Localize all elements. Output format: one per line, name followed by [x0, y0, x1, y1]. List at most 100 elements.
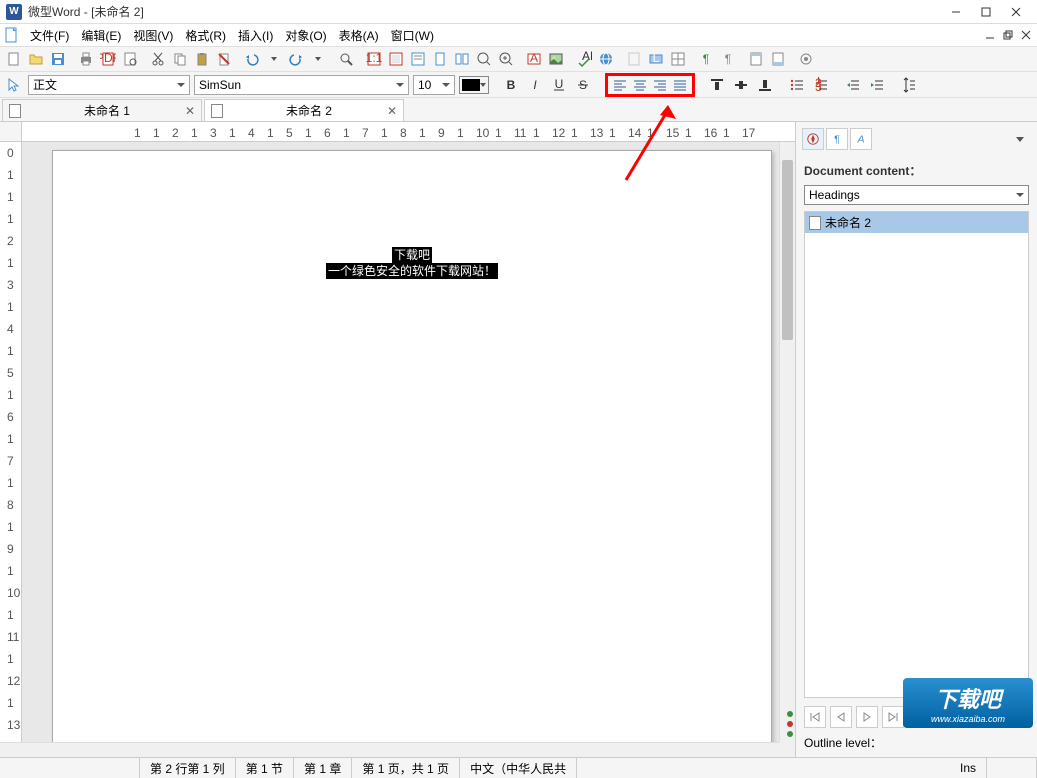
textbox-button[interactable]: A [524, 49, 544, 69]
sidepanel-tab-font[interactable]: A [850, 128, 872, 150]
fontcolor-select[interactable] [459, 76, 489, 94]
bullet-list-button[interactable] [787, 75, 807, 95]
view-fit-button[interactable] [386, 49, 406, 69]
save-button[interactable] [48, 49, 68, 69]
sidepanel-mode-select[interactable]: Headings [804, 185, 1029, 205]
view-multipage-button[interactable] [452, 49, 472, 69]
menu-view[interactable]: 视图(V) [127, 25, 179, 46]
print-button[interactable] [76, 49, 96, 69]
pdf-button[interactable]: PDF [98, 49, 118, 69]
valign-bottom-button[interactable] [755, 75, 775, 95]
sidepanel-heading: Document content： [804, 162, 1029, 179]
nav-next-button[interactable] [856, 706, 878, 728]
maximize-button[interactable] [971, 2, 1001, 22]
valign-top-button[interactable] [707, 75, 727, 95]
font-select[interactable]: SimSun [194, 75, 409, 95]
image-button[interactable] [546, 49, 566, 69]
align-right-button[interactable] [650, 75, 670, 95]
italic-button[interactable]: I [525, 75, 545, 95]
status-insert-mode[interactable]: Ins [950, 758, 987, 778]
cursor-tool-button[interactable] [4, 75, 24, 95]
menu-edit[interactable]: 编辑(E) [75, 25, 127, 46]
paste-button[interactable] [192, 49, 212, 69]
mdi-close-button[interactable] [1019, 28, 1033, 42]
find-button[interactable] [336, 49, 356, 69]
nav-first-button[interactable] [804, 706, 826, 728]
nav-prev-button[interactable] [830, 706, 852, 728]
spellcheck-button[interactable]: ABC [574, 49, 594, 69]
doc-tab-1-close[interactable]: ✕ [185, 104, 195, 118]
align-center-button[interactable] [630, 75, 650, 95]
zoom-in-button[interactable] [496, 49, 516, 69]
bookmark-button[interactable] [624, 49, 644, 69]
decrease-indent-button[interactable] [843, 75, 863, 95]
paragraph-marks-button[interactable]: ¶ [718, 49, 738, 69]
doc-tab-2-close[interactable]: ✕ [387, 104, 397, 118]
sidepanel-tab-paragraph[interactable]: ¶ [826, 128, 848, 150]
mdi-restore-button[interactable] [1001, 28, 1015, 42]
copy-button[interactable] [170, 49, 190, 69]
doc-tab-1[interactable]: 未命名 1 ✕ [2, 99, 202, 121]
undo-button[interactable] [242, 49, 262, 69]
menu-object[interactable]: 对象(O) [279, 25, 332, 46]
header-button[interactable] [746, 49, 766, 69]
undo-dropdown[interactable] [264, 49, 284, 69]
document-canvas[interactable]: 下载吧 一个绿色安全的软件下载网站！ [22, 142, 795, 742]
valign-middle-button[interactable] [731, 75, 751, 95]
settings-button[interactable] [796, 49, 816, 69]
open-button[interactable] [26, 49, 46, 69]
redo-dropdown[interactable] [308, 49, 328, 69]
view-width-button[interactable] [408, 49, 428, 69]
zoom-button[interactable] [474, 49, 494, 69]
print-preview-button[interactable] [120, 49, 140, 69]
close-button[interactable] [1001, 2, 1031, 22]
increase-indent-button[interactable] [867, 75, 887, 95]
view-zoom100-button[interactable]: 1:1 [364, 49, 384, 69]
align-justify-button[interactable] [670, 75, 690, 95]
nav-marker-icon[interactable] [787, 721, 793, 727]
paragraph-button[interactable]: ¶ [696, 49, 716, 69]
symbol-button[interactable] [668, 49, 688, 69]
view-page-button[interactable] [430, 49, 450, 69]
underline-button[interactable]: U [549, 75, 569, 95]
line-spacing-button[interactable] [899, 75, 919, 95]
cut-button[interactable] [148, 49, 168, 69]
menu-format[interactable]: 格式(R) [179, 25, 232, 46]
doc-text-line2[interactable]: 一个绿色安全的软件下载网站！ [326, 263, 498, 279]
fontsize-select[interactable]: 10 [413, 75, 455, 95]
doc-text-line1[interactable]: 下载吧 [392, 247, 432, 263]
sidepanel-dropdown[interactable] [1009, 128, 1031, 150]
menu-table[interactable]: 表格(A) [333, 25, 385, 46]
menu-window[interactable]: 窗口(W) [385, 25, 440, 46]
outline-list[interactable]: 未命名 2 [804, 211, 1029, 698]
bold-button[interactable]: B [501, 75, 521, 95]
fontcolor-swatch [462, 79, 480, 91]
sidepanel-tab-navigator[interactable] [802, 128, 824, 150]
numbered-list-button[interactable]: 123 [811, 75, 831, 95]
align-left-button[interactable] [610, 75, 630, 95]
outline-item[interactable]: 未命名 2 [805, 212, 1028, 233]
delete-button[interactable] [214, 49, 234, 69]
hyperlink-button[interactable] [596, 49, 616, 69]
vertical-scrollbar[interactable] [779, 142, 795, 742]
nav-up-icon[interactable] [787, 711, 793, 717]
new-button[interactable] [4, 49, 24, 69]
style-select[interactable]: 正文 [28, 75, 190, 95]
nav-down-icon[interactable] [787, 731, 793, 737]
svg-text:3: 3 [815, 80, 822, 93]
minimize-button[interactable] [941, 2, 971, 22]
doc-tab-2-label: 未命名 2 [231, 102, 387, 119]
doc-tab-icon [9, 104, 21, 118]
watermark-url: www.xiazaiba.com [931, 714, 1005, 724]
footer-button[interactable] [768, 49, 788, 69]
field-button[interactable]: L [646, 49, 666, 69]
redo-button[interactable] [286, 49, 306, 69]
horizontal-scrollbar[interactable] [0, 742, 779, 757]
menu-insert[interactable]: 插入(I) [232, 25, 279, 46]
mdi-minimize-button[interactable] [983, 28, 997, 42]
page-icon [809, 216, 821, 230]
doc-tab-2[interactable]: 未命名 2 ✕ [204, 99, 404, 121]
nav-last-button[interactable] [882, 706, 904, 728]
menu-file[interactable]: 文件(F) [24, 25, 75, 46]
strike-button[interactable]: S [573, 75, 593, 95]
